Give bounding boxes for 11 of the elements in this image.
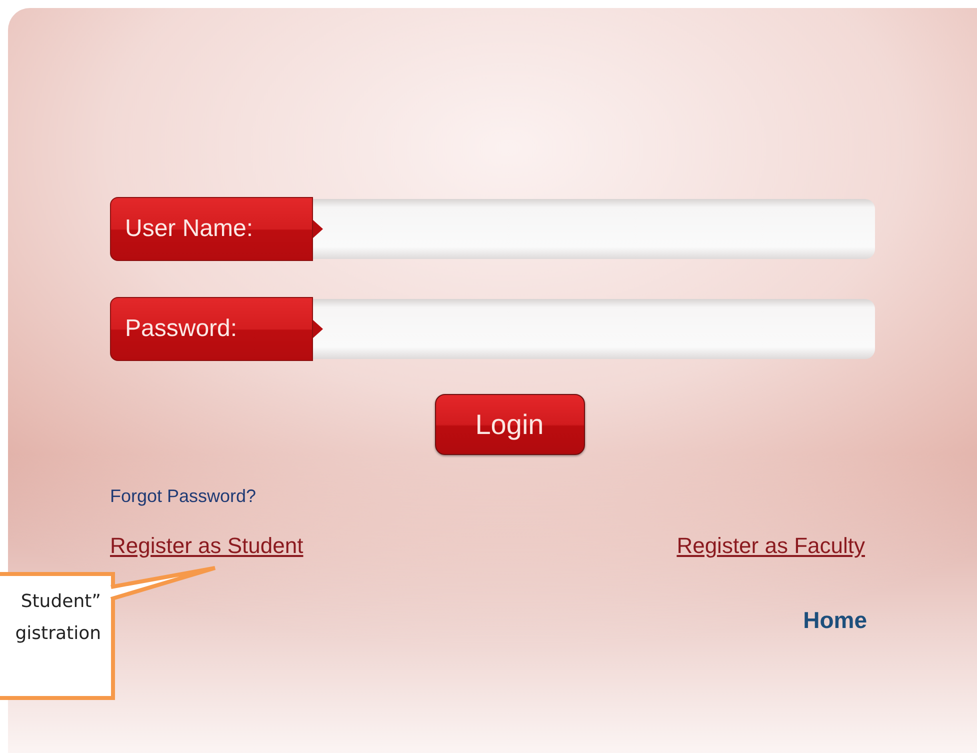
callout-text: gistration (15, 622, 101, 646)
field-label: Password: (110, 297, 323, 361)
callout-text: Student” (20, 590, 101, 614)
register-link[interactable]: Register as Student (110, 533, 304, 559)
input-field[interactable] (313, 299, 875, 359)
register-link[interactable]: Register as Faculty (676, 533, 865, 559)
home-link[interactable]: Home (803, 607, 867, 634)
forgot-password-link[interactable]: Forgot Password? (110, 486, 256, 507)
login-button[interactable]: Login (434, 394, 584, 455)
field-label: User Name: (110, 197, 323, 261)
input-field[interactable] (313, 199, 875, 259)
